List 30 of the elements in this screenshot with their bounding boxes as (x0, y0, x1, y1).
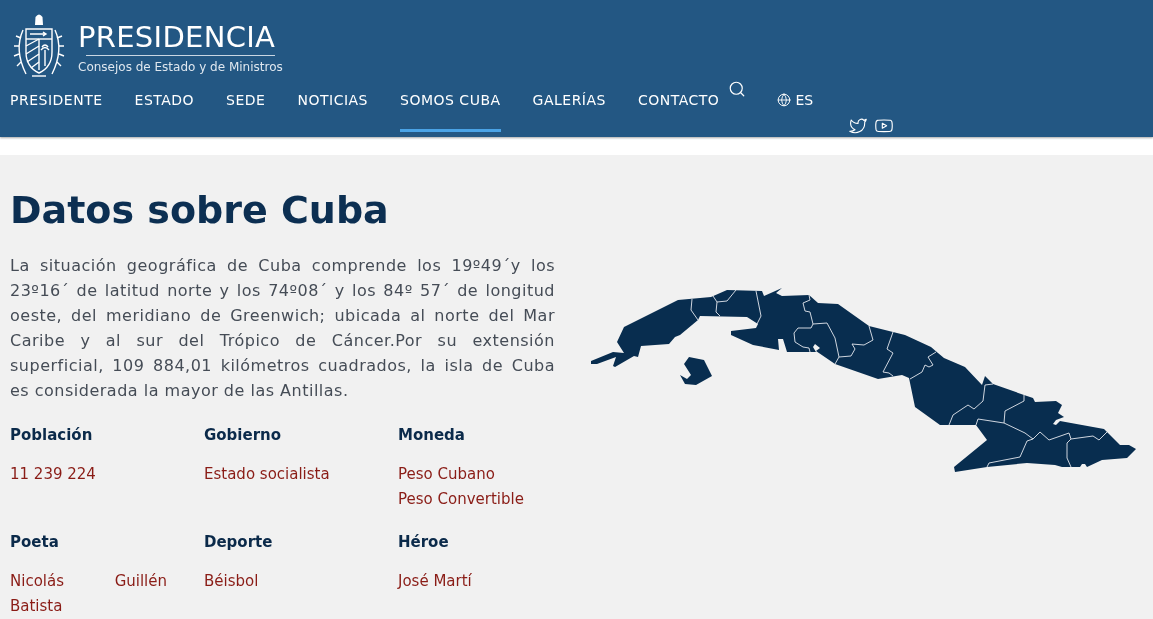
fact-value: José Martí (398, 571, 473, 592)
site-subtitle: Consejos de Estado y de Ministros (78, 59, 283, 75)
fact-value: 11 239 224 (10, 464, 97, 485)
video-play-icon[interactable] (873, 117, 896, 135)
nav-link[interactable]: CONTACTO (637, 80, 720, 132)
search-button[interactable] (728, 80, 747, 98)
nav-link[interactable]: ESTADO (134, 80, 195, 132)
nav-link[interactable]: GALERÍAS (532, 80, 606, 132)
search-icon (728, 80, 747, 98)
bird-icon[interactable] (847, 117, 870, 135)
fact-value: Estado socialista (204, 464, 331, 485)
fact-label: Héroe (398, 532, 450, 552)
fact-value: Peso Cubano (398, 464, 496, 485)
nav-link[interactable]: PRESIDENTE (10, 80, 103, 132)
fact-label: Moneda (398, 425, 466, 445)
fact-label: Poeta (10, 532, 60, 552)
fact-value: Nicolás Guillén Batista (10, 571, 167, 617)
fact-value: Béisbol (204, 571, 260, 592)
nav-link[interactable]: SOMOS CUBA (400, 80, 501, 132)
globe-icon (777, 93, 792, 107)
intro-paragraph: La situación geográfica de Cuba comprende los 19º49´y los 23º16´ de latitud norte y los 74º08´ y los 84º 57´ de longitud oeste, del meridiano de Greenwich; ubicada al norte del Mar Caribe y al sur del Trópico de Cáncer.Por su extensión superficial, 109 884,01 kilómetros cuadrados, la isla de Cuba es considerada la mayor de las Antillas. (10, 255, 555, 402)
site-title: PRESIDENCIA (78, 21, 277, 53)
fact-label: Población (10, 425, 94, 445)
nav-link[interactable]: NOTICIAS (297, 80, 368, 132)
fact-label: Gobierno (204, 425, 283, 445)
fact-label: Deporte (204, 532, 274, 552)
fact-value: Peso Convertible (398, 489, 525, 510)
nav-link[interactable]: SEDE (226, 80, 266, 132)
language-switcher[interactable]: ES (777, 92, 814, 108)
page-title: Datos sobre Cuba (10, 188, 390, 232)
